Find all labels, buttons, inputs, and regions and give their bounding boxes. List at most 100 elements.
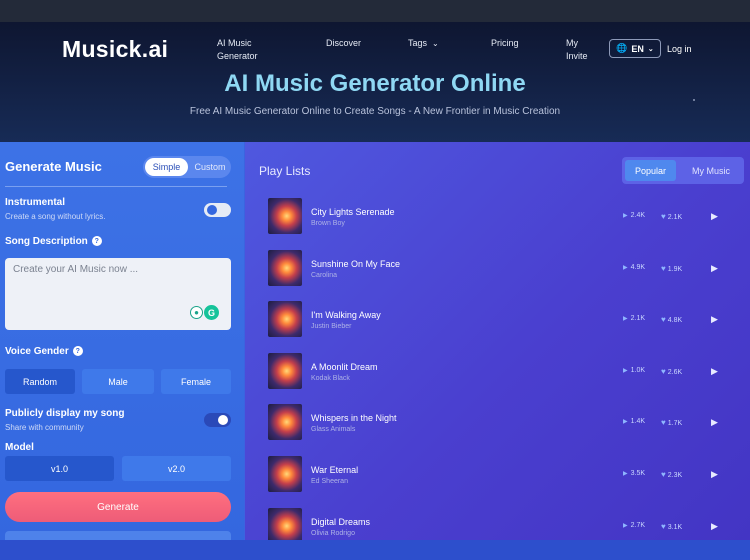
generate-title: Generate Music [5, 159, 102, 174]
track-title: City Lights Serenade [311, 207, 395, 217]
play-icon[interactable]: ▶ [711, 366, 718, 377]
heart-icon: ♥ [661, 418, 666, 428]
public-display-toggle[interactable] [204, 413, 231, 427]
play-count-icon: ▶ [623, 419, 628, 426]
track-row[interactable]: Whispers in the Night Glass Animals ▶ 1.4K ♥… [268, 404, 728, 441]
heart-icon: ♥ [661, 212, 666, 221]
panel-bottom-edge [5, 531, 231, 540]
model-v1-button[interactable]: v1.0 [5, 456, 114, 481]
play-icon[interactable]: ▶ [711, 417, 718, 428]
generate-button[interactable]: Generate [5, 492, 231, 522]
track-row[interactable]: City Lights Serenade Brown Boy ▶ 2.4K ♥ 2.1K ▶ [268, 198, 728, 234]
play-count-icon: ▶ [623, 264, 628, 271]
playlist-title: Play Lists [259, 164, 311, 178]
toggle-knob [207, 205, 217, 215]
like-count: ♥ 3.1K [661, 522, 682, 531]
track-cover[interactable] [268, 198, 302, 234]
chevron-down-icon: ⌄ [432, 39, 439, 48]
track-row[interactable]: A Moonlit Dream Kodak Black ▶ 1.0K ♥ 2.6K ▶ [268, 352, 728, 389]
model-v2-button[interactable]: v2.0 [122, 456, 231, 481]
like-count: ♥ 4.8K [661, 315, 682, 324]
track-title: A Moonlit Dream [311, 361, 378, 372]
track-title: Sunshine On My Face [311, 258, 401, 269]
track-cover[interactable] [268, 456, 302, 492]
hero-title: AI Music Generator Online [224, 70, 526, 97]
heart-icon: ♥ [661, 315, 666, 325]
track-row[interactable]: Digital Dreams Olivia Rodrigo ▶ 2.7K ♥ 3.1K ▶ [268, 507, 728, 540]
track-row[interactable]: War Eternal Ed Sheeran ▶ 3.5K ♥ 2.3K ▶ [268, 456, 728, 492]
nav-pricing[interactable]: Pricing [491, 37, 519, 50]
play-icon[interactable]: ▶ [711, 314, 718, 325]
globe-icon: 🌐 [616, 43, 628, 53]
gender-female-button[interactable]: Female [161, 369, 231, 394]
instrumental-toggle[interactable] [204, 203, 231, 217]
browser-top-strip [0, 0, 750, 22]
track-title: Whispers in the Night [311, 413, 397, 424]
mode-simple-button[interactable]: Simple [145, 158, 188, 176]
track-cover[interactable] [268, 301, 302, 338]
gender-random-button[interactable]: Random [5, 369, 75, 394]
play-icon[interactable]: ▶ [711, 521, 718, 532]
nav-tags-label: Tags [408, 38, 428, 48]
mode-custom-button[interactable]: Custom [191, 158, 229, 176]
play-count-icon: ▶ [623, 316, 628, 323]
playlist-tabs: Popular My Music [622, 157, 744, 184]
heart-icon: ♥ [661, 521, 666, 531]
like-count: ♥ 1.9K [661, 264, 682, 273]
grammarly-icon[interactable]: G [204, 305, 219, 320]
track-cover[interactable] [268, 249, 302, 286]
bottom-bar [0, 540, 750, 560]
lightbulb-icon[interactable]: ● [190, 306, 203, 319]
track-row[interactable]: I'm Walking Away Justin Bieber ▶ 2.1K ♥ 4.8K ▶ [268, 301, 728, 338]
language-label: EN [631, 43, 644, 54]
track-cover[interactable] [268, 404, 302, 441]
play-count: ▶ 1.4K [623, 418, 645, 425]
divider [5, 186, 227, 187]
track-cover[interactable] [268, 352, 302, 389]
tab-popular[interactable]: Popular [625, 160, 676, 181]
song-description-label: Song Description? [5, 236, 102, 247]
help-icon[interactable]: ? [91, 236, 102, 247]
track-artist: Carolina [311, 271, 338, 279]
track-artist: Glass Animals [311, 426, 356, 434]
tab-my-music[interactable]: My Music [680, 160, 742, 181]
track-title: War Eternal [311, 465, 359, 475]
play-count-icon: ▶ [623, 471, 628, 477]
play-icon[interactable]: ▶ [711, 469, 718, 480]
track-row[interactable]: Sunshine On My Face Carolina ▶ 4.9K ♥ 1.9K ▶ [268, 249, 728, 286]
heart-icon: ♥ [661, 470, 666, 479]
heart-icon: ♥ [661, 263, 666, 273]
instrumental-label: Instrumental [5, 197, 66, 208]
gender-male-button[interactable]: Male [82, 369, 154, 394]
track-title: I'm Walking Away [311, 310, 381, 321]
help-icon[interactable]: ? [72, 346, 83, 357]
login-link[interactable]: Log in [667, 44, 692, 54]
play-icon[interactable]: ▶ [711, 263, 718, 274]
like-count-value: 1.7K [667, 420, 683, 428]
play-count-value: 1.4K [630, 418, 646, 426]
play-count: ▶ 1.0K [623, 367, 645, 374]
nav-tags[interactable]: Tags ⌄ [408, 37, 439, 50]
play-count-value: 2.1K [630, 315, 646, 323]
nav-my-invite[interactable]: My Invite [566, 37, 596, 63]
song-description-text: Song Description [5, 236, 88, 247]
play-count: ▶ 2.1K [623, 315, 645, 322]
song-description-input[interactable] [5, 258, 231, 330]
nav-discover[interactable]: Discover [326, 37, 361, 50]
site-logo[interactable]: Musick.ai [62, 36, 168, 63]
hero-subtitle: Free AI Music Generator Online to Create… [189, 106, 561, 117]
language-selector[interactable]: 🌐 EN ⌄ [609, 39, 661, 58]
nav-ai-music-generator[interactable]: AI Music Generator [217, 37, 267, 63]
track-cover[interactable] [268, 507, 302, 540]
like-count: ♥ 2.3K [661, 470, 682, 479]
play-count: ▶ 2.7K [623, 522, 645, 529]
track-title: Digital Dreams [311, 516, 371, 527]
play-count-icon: ▶ [623, 522, 628, 529]
like-count-value: 3.1K [667, 523, 683, 531]
mode-switch: Simple Custom [143, 156, 231, 178]
play-icon[interactable]: ▶ [711, 211, 718, 222]
play-count-icon: ▶ [623, 367, 628, 374]
voice-gender-text: Voice Gender [5, 346, 69, 357]
like-count: ♥ 1.7K [661, 418, 682, 427]
play-count-value: 2.4K [630, 212, 646, 219]
